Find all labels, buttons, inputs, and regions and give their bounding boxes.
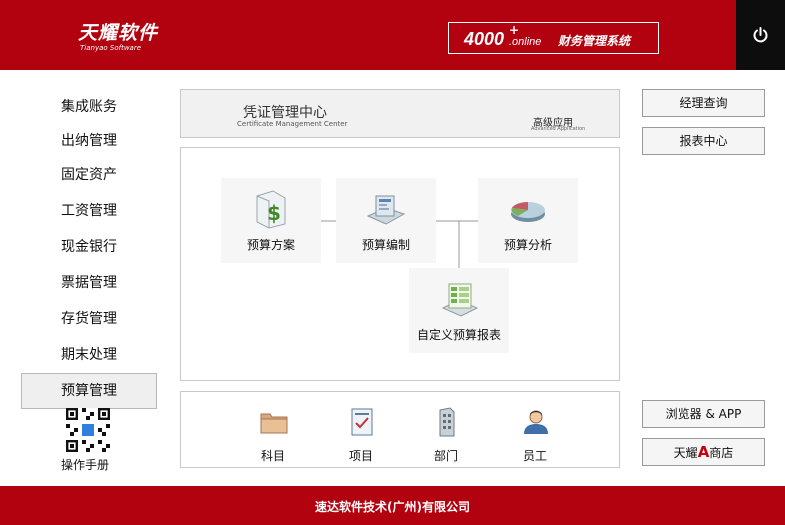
sidebar-item-cashier[interactable]: 出纳管理 [21, 123, 157, 159]
footer-bar: 速达软件技术(广州)有限公司 [0, 486, 785, 525]
logo-subtext: Tianyao Software [80, 44, 142, 52]
flow-node-budget-plan[interactable]: $ 预算方案 [221, 178, 321, 263]
sidebar-item-budget[interactable]: 预算管理 [21, 373, 157, 409]
system-plus: + [509, 23, 520, 37]
folder-icon [260, 413, 288, 434]
employee-label: 员工 [522, 449, 547, 463]
svg-text:$: $ [267, 201, 281, 225]
user-icon [524, 410, 548, 434]
report-center-button[interactable]: 报表中心 [642, 127, 765, 155]
flow-node-budget-edit[interactable]: 预算编制 [336, 178, 436, 263]
system-name: 财务管理系统 [558, 34, 631, 48]
sidebar-item-bills[interactable]: 票据管理 [21, 265, 157, 301]
flow-node-custom-report[interactable]: 自定义预算报表 [409, 268, 509, 353]
store-suffix: 商店 [709, 446, 734, 460]
store-mark: A [697, 443, 710, 461]
power-button[interactable] [736, 0, 785, 70]
budget-analysis-label: 预算分析 [503, 238, 552, 252]
manager-query-button[interactable]: 经理查询 [642, 89, 765, 117]
department-label: 部门 [433, 449, 458, 463]
panel-subtitle: Certificate Management Center [237, 120, 348, 128]
sidebar-item-integrated-accounts[interactable]: 集成账务 [21, 89, 157, 125]
store-prefix: 天耀 [673, 446, 698, 460]
sidebar-item-cash-bank[interactable]: 现金银行 [21, 229, 157, 265]
logo: 天耀软件 Tianyao Software [78, 18, 158, 52]
sidebar-item-inventory[interactable]: 存货管理 [21, 301, 157, 337]
building-icon [439, 407, 455, 437]
power-icon [753, 27, 768, 43]
budget-plan-label: 预算方案 [246, 238, 295, 252]
budget-edit-label: 预算编制 [361, 238, 410, 252]
store-button[interactable]: 天耀A商店 [642, 438, 765, 466]
system-title-box: 4000 + .online 财务管理系统 [448, 22, 659, 54]
custom-report-label: 自定义预算报表 [416, 328, 501, 342]
clipboard-icon [351, 408, 373, 436]
budget-flow-panel: $ 预算方案 预算编制 预算分析 自定义预算报表 [180, 147, 620, 381]
certificate-center-panel: 凭证管理中心 Certificate Management Center 高级应… [180, 89, 620, 138]
system-brand: 4000 [464, 29, 505, 49]
department-button[interactable]: 部门 [416, 402, 476, 472]
system-online: .online [509, 36, 542, 48]
basic-data-panel: 科目 项目 部门 员工 [180, 391, 620, 468]
account-button[interactable]: 科目 [243, 402, 303, 472]
budget-edit-icon [366, 195, 406, 225]
project-label: 项目 [348, 449, 373, 463]
employee-button[interactable]: 员工 [505, 402, 565, 472]
qr-code [66, 408, 110, 452]
sidebar-item-payroll[interactable]: 工资管理 [21, 193, 157, 229]
sidebar-item-fixed-assets[interactable]: 固定资产 [21, 157, 157, 193]
pie-chart-icon [511, 202, 545, 222]
advanced-subtitle: Advanced Application [531, 126, 586, 132]
flow-node-budget-analysis[interactable]: 预算分析 [478, 178, 578, 263]
sidebar-item-period-end[interactable]: 期末处理 [21, 337, 157, 373]
account-label: 科目 [260, 449, 285, 463]
project-button[interactable]: 项目 [331, 402, 391, 472]
company-name: 速达软件技术(广州)有限公司 [315, 500, 470, 514]
spreadsheet-icon [441, 283, 479, 317]
logo-text: 天耀软件 [78, 22, 159, 44]
manual-link[interactable]: 操作手册 [61, 456, 109, 473]
panel-title: 凭证管理中心 [243, 105, 327, 121]
budget-plan-icon: $ [256, 190, 286, 229]
browser-app-button[interactable]: 浏览器 & APP [642, 400, 765, 428]
header-bar: 天耀软件 Tianyao Software 4000 + .online 财务管… [0, 0, 785, 70]
